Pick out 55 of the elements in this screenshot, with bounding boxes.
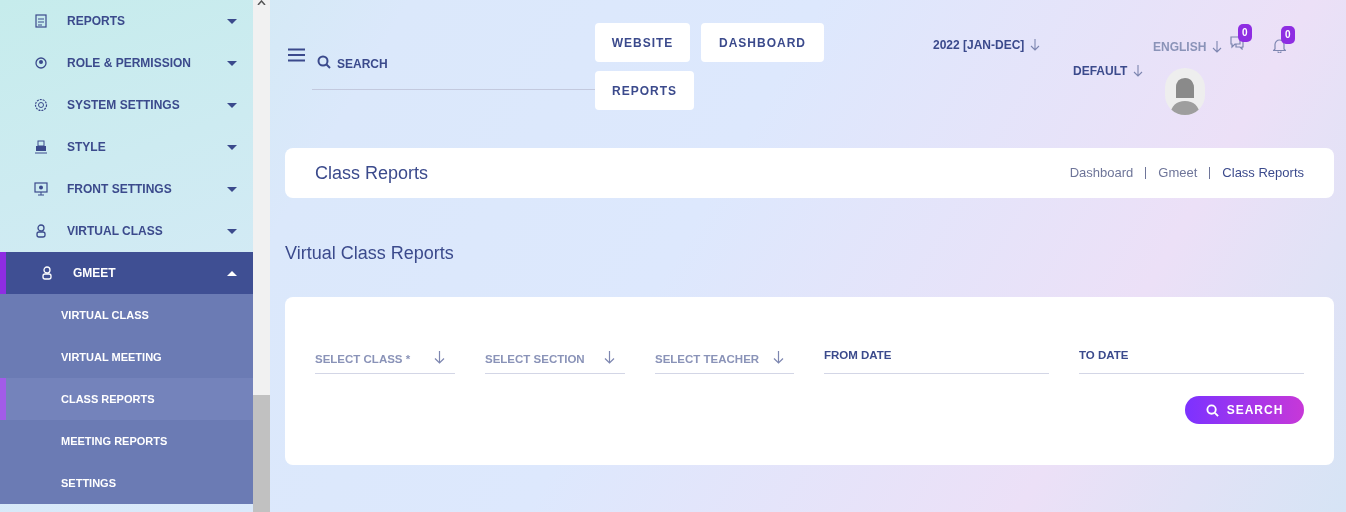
message-count-badge: 0 <box>1238 24 1252 42</box>
caret-icon <box>227 60 237 66</box>
person-icon <box>40 266 54 280</box>
search-icon <box>1205 403 1219 417</box>
submenu-item[interactable]: CLASS REPORTS <box>0 378 253 420</box>
section-title: Virtual Class Reports <box>285 242 454 265</box>
caret-icon <box>227 144 237 150</box>
search-button[interactable]: SEARCH <box>1185 396 1304 424</box>
submenu-item[interactable]: VIRTUAL MEETING <box>0 336 253 378</box>
nav-button[interactable]: DASHBOARD <box>701 23 824 62</box>
theme-selector[interactable]: DEFAULT <box>1073 62 1144 80</box>
sidebar-item[interactable]: FRONT SETTINGS <box>0 168 253 210</box>
scrollbar-thumb[interactable] <box>253 395 270 512</box>
notification-count-badge: 0 <box>1281 26 1295 44</box>
sidebar-item[interactable]: ROLE & PERMISSION <box>0 42 253 84</box>
sidebar-item[interactable]: VIRTUAL CLASS <box>0 210 253 252</box>
nav-button[interactable]: WEBSITE <box>595 23 690 62</box>
sidebar-item[interactable]: STYLE <box>0 126 253 168</box>
breadcrumb-link[interactable]: Dashboard <box>1069 163 1134 183</box>
submenu-item[interactable]: SETTINGS <box>0 462 253 504</box>
breadcrumb-link[interactable]: Gmeet <box>1158 163 1198 183</box>
person-icon <box>34 224 48 238</box>
arrow-down-icon <box>1133 65 1144 77</box>
nav-button[interactable]: REPORTS <box>595 71 694 110</box>
breadcrumb-current: Class Reports <box>1222 164 1304 183</box>
date-field[interactable]: TO DATE <box>1079 341 1304 374</box>
monitor-icon <box>34 182 48 196</box>
arrow-down-icon <box>604 351 615 364</box>
menu-icon[interactable] <box>288 48 305 62</box>
academic-year-selector[interactable]: 2022 [JAN-DEC] <box>933 36 1041 54</box>
date-field[interactable]: FROM DATE <box>824 341 1049 374</box>
sidebar-item[interactable]: GMEET <box>0 252 253 294</box>
scroll-up-icon[interactable] <box>257 0 266 5</box>
page-title: Class Reports <box>315 161 429 185</box>
search-icon <box>317 55 331 69</box>
arrow-down-icon <box>773 351 784 364</box>
caret-icon <box>227 186 237 192</box>
submenu-item[interactable]: MEETING REPORTS <box>0 420 253 462</box>
arrow-down-icon <box>1030 39 1041 51</box>
caret-icon <box>227 270 237 276</box>
chat-icon[interactable] <box>1230 36 1244 50</box>
search-field[interactable]: SEARCH <box>337 55 537 73</box>
gear-icon <box>34 98 48 112</box>
sidebar-item[interactable]: REPORTS <box>0 0 253 42</box>
sidebar-item[interactable]: SYSTEM SETTINGS <box>0 84 253 126</box>
arrow-down-icon <box>1212 41 1223 53</box>
arrow-down-icon <box>434 351 445 364</box>
caret-icon <box>227 228 237 234</box>
printer-icon <box>34 140 48 154</box>
avatar[interactable] <box>1165 68 1205 115</box>
caret-icon <box>227 18 237 24</box>
bell-icon[interactable] <box>1273 38 1286 53</box>
caret-icon <box>227 102 237 108</box>
report-icon <box>34 14 48 28</box>
submenu-item[interactable]: VIRTUAL CLASS <box>0 294 253 336</box>
